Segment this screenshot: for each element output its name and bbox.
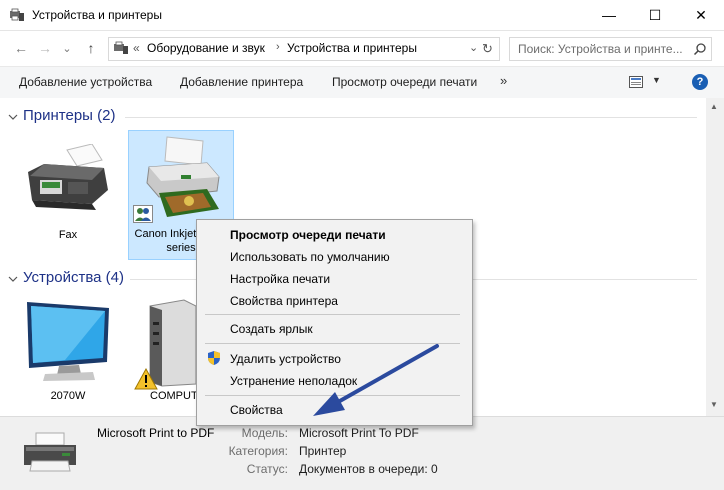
- title-bar: Устройства и принтеры — ☐ ✕: [0, 0, 724, 31]
- minimize-button[interactable]: —: [586, 0, 632, 30]
- details-status-value: Документов в очереди: 0: [299, 462, 438, 476]
- monitor-icon: [27, 302, 109, 381]
- device-item-computer[interactable]: COMPUTER: [128, 296, 213, 411]
- window-title: Устройства и принтеры: [32, 8, 162, 22]
- breadcrumb-dropdown[interactable]: ⌄: [469, 41, 478, 54]
- menu-item-print-queue[interactable]: Просмотр очереди печати: [230, 228, 386, 242]
- breadcrumb-devices-printers[interactable]: Устройства и принтеры: [287, 41, 417, 55]
- more-commands-button[interactable]: »: [500, 73, 507, 88]
- fax-icon: [28, 144, 108, 210]
- inkjet-printer-icon: [146, 136, 220, 217]
- forward-button[interactable]: →: [36, 40, 54, 56]
- annotation-arrow-icon: [313, 344, 439, 416]
- refresh-button[interactable]: ↻: [482, 41, 496, 56]
- menu-separator: [205, 314, 460, 315]
- details-model-label: Модель:: [241, 426, 288, 440]
- group-divider: [125, 117, 697, 118]
- print-queue-button[interactable]: Просмотр очереди печати: [332, 75, 477, 89]
- shared-users-icon: [133, 205, 153, 223]
- vertical-scrollbar[interactable]: ▲ ▼: [706, 98, 724, 416]
- help-button[interactable]: ?: [692, 74, 708, 90]
- collapse-chevron-icon[interactable]: [8, 112, 18, 122]
- devices-printers-icon: [10, 8, 24, 21]
- details-model-value: Microsoft Print To PDF: [299, 426, 419, 440]
- search-input[interactable]: Поиск: Устройства и принте...: [518, 42, 683, 56]
- printer-label: Fax: [58, 229, 78, 241]
- breadcrumb-hardware-sound[interactable]: Оборудование и звук: [147, 41, 265, 55]
- details-status-label: Статус:: [246, 462, 288, 476]
- details-device-name: Microsoft Print to PDF: [97, 426, 215, 440]
- device-item-2070w[interactable]: 2070W: [18, 296, 118, 411]
- search-box[interactable]: Поиск: Устройства и принте...: [509, 37, 712, 61]
- view-options-dropdown[interactable]: ▼: [652, 75, 661, 85]
- search-icon[interactable]: [693, 42, 707, 56]
- back-button[interactable]: ←: [12, 40, 30, 56]
- menu-item-printer-properties[interactable]: Свойства принтера: [230, 294, 338, 308]
- details-category-label: Категория:: [228, 444, 288, 458]
- devices-printers-icon: [114, 41, 128, 54]
- group-header-devices[interactable]: Устройства (4): [23, 269, 124, 286]
- scroll-up-button[interactable]: ▲: [710, 102, 718, 111]
- details-pane: Microsoft Print to PDF Модель: Microsoft…: [0, 416, 724, 490]
- collapse-chevron-icon[interactable]: [8, 274, 18, 284]
- warning-icon: [134, 368, 158, 390]
- up-button[interactable]: ↑: [82, 40, 100, 56]
- maximize-button[interactable]: ☐: [632, 0, 678, 30]
- command-bar: Добавление устройства Добавление принтер…: [0, 66, 724, 99]
- scroll-down-button[interactable]: ▼: [710, 400, 718, 409]
- printer-icon: [24, 432, 76, 472]
- printer-item-fax[interactable]: Fax: [18, 132, 118, 252]
- menu-item-create-shortcut[interactable]: Создать ярлык: [230, 322, 313, 336]
- menu-item-print-preferences[interactable]: Настройка печати: [230, 272, 330, 286]
- view-options-icon[interactable]: [629, 76, 643, 88]
- breadcrumb-overflow[interactable]: «: [133, 41, 140, 55]
- address-bar[interactable]: « Оборудование и звук › Устройства и при…: [108, 37, 500, 61]
- recent-locations-button[interactable]: ⌄: [58, 40, 76, 56]
- details-category-value: Принтер: [299, 444, 347, 458]
- menu-item-properties[interactable]: Свойства: [230, 403, 283, 417]
- device-label: 2070W: [50, 390, 86, 402]
- menu-item-set-default[interactable]: Использовать по умолчанию: [230, 250, 390, 264]
- shield-icon: [208, 351, 220, 365]
- group-header-printers[interactable]: Принтеры (2): [23, 107, 115, 124]
- add-device-button[interactable]: Добавление устройства: [19, 75, 152, 89]
- close-button[interactable]: ✕: [678, 0, 724, 30]
- breadcrumb-separator[interactable]: ›: [276, 41, 280, 53]
- add-printer-button[interactable]: Добавление принтера: [180, 75, 303, 89]
